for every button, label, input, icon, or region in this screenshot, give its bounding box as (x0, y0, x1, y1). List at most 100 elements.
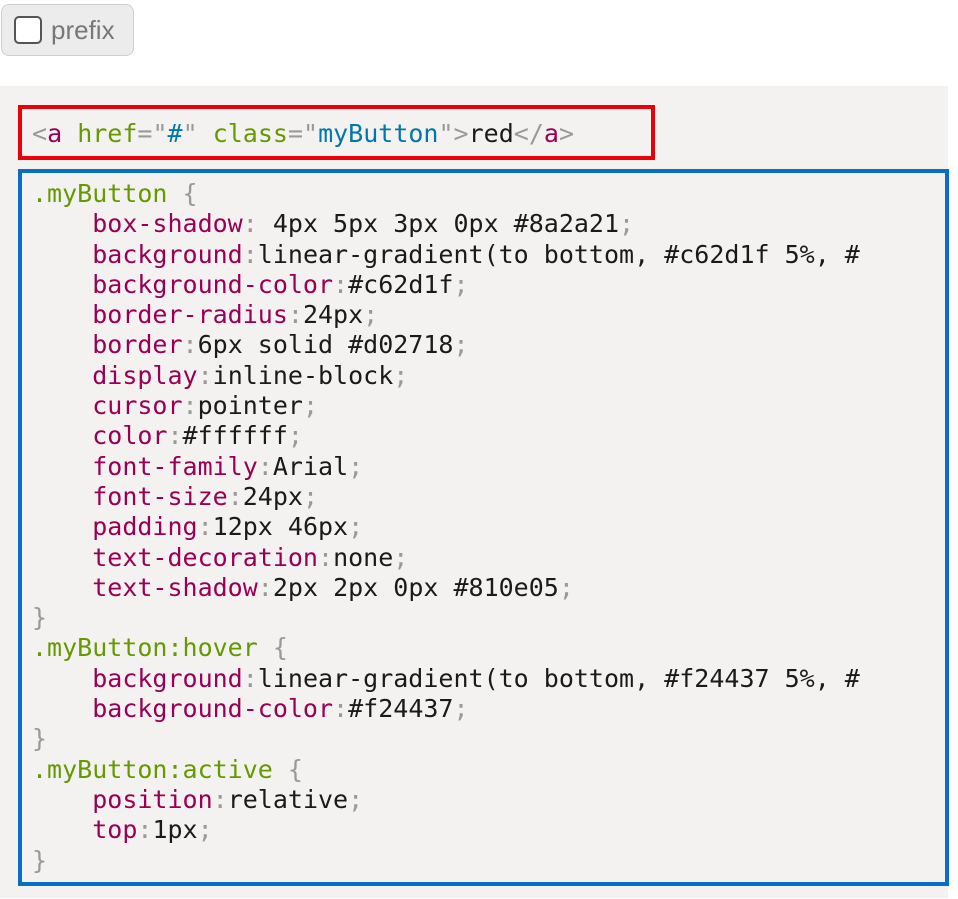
css-declaration: font-size:24px; (32, 482, 860, 512)
css-property: background-color (92, 694, 334, 724)
html-attr-class-value: myButton (318, 119, 439, 148)
css-semicolon: ; (363, 300, 379, 330)
css-property: cursor (92, 391, 183, 421)
css-colon: : (182, 391, 198, 421)
css-declaration: top:1px; (32, 815, 860, 845)
css-code: .myButton { box-shadow: 4px 5px 3px 0px … (32, 179, 860, 876)
css-semicolon: ; (348, 451, 364, 481)
css-semicolon: ; (453, 330, 469, 360)
css-property: padding (92, 512, 198, 542)
css-value: linear-gradient(to bottom, #f24437 5%, # (257, 663, 860, 693)
html-attr-class: class (212, 119, 288, 148)
css-close-line: } (32, 724, 860, 754)
css-property: top (92, 815, 138, 845)
css-colon: : (242, 663, 258, 693)
css-semicolon: ; (453, 694, 469, 724)
html-attr-eq-2: =" (287, 119, 319, 148)
css-semicolon: ; (302, 481, 319, 511)
css-property: background (92, 663, 243, 693)
html-attr-href-value: # (167, 119, 183, 148)
css-property: color (92, 421, 168, 451)
css-value: 2px 2px 0px #810e05 (272, 572, 559, 602)
css-property: background (92, 239, 243, 269)
css-semicolon: ; (348, 784, 364, 814)
css-property: box-shadow (92, 209, 243, 239)
css-colon: : (227, 481, 243, 511)
css-value: 24px (242, 481, 303, 511)
css-declaration: background-color:#c62d1f; (32, 270, 860, 300)
html-code: <a href="#" class="myButton">red</a> (32, 117, 574, 151)
css-open-brace: { (167, 179, 198, 208)
css-value: 6px solid #d02718 (197, 330, 454, 360)
css-close-line: } (32, 846, 860, 876)
css-value: inline-block (212, 360, 394, 390)
css-colon: : (167, 421, 183, 451)
css-semicolon: ; (302, 391, 319, 421)
css-declaration: box-shadow: 4px 5px 3px 0px #8a2a21; (32, 209, 860, 239)
css-semicolon: ; (393, 360, 409, 390)
css-value: 12px 46px (212, 512, 349, 542)
css-colon: : (333, 269, 349, 299)
css-selector: .myButton (32, 179, 168, 208)
css-declaration: font-family:Arial; (32, 452, 860, 482)
html-tag-name: a (47, 119, 63, 148)
html-attr-close: "> (438, 119, 469, 148)
css-close-brace: } (32, 724, 48, 754)
css-property: background-color (92, 269, 334, 299)
css-declaration: border-radius:24px; (32, 300, 860, 330)
css-declaration: background-color:#f24437; (32, 694, 860, 724)
css-semicolon: ; (348, 512, 364, 542)
css-declaration: background:linear-gradient(to bottom, #f… (32, 664, 860, 694)
css-semicolon: ; (453, 269, 469, 299)
css-property: text-shadow (92, 572, 258, 602)
css-semicolon: ; (393, 542, 409, 572)
css-semicolon: ; (619, 209, 635, 239)
css-value: #c62d1f (348, 269, 454, 299)
css-value: #f24437 (348, 694, 454, 724)
css-value: #ffffff (182, 421, 288, 451)
html-attr-eq: =" (137, 119, 168, 148)
css-close-brace: } (32, 603, 48, 633)
css-code-box: .myButton { box-shadow: 4px 5px 3px 0px … (18, 169, 949, 886)
css-selector: .myButton:active (32, 754, 273, 784)
css-declaration: position:relative; (32, 785, 860, 815)
css-semicolon: ; (197, 815, 213, 845)
css-semicolon: ; (558, 572, 574, 602)
html-close-tag-end: > (558, 119, 574, 148)
css-declaration: text-decoration:none; (32, 543, 860, 573)
html-close-tag-name: a (543, 119, 559, 148)
css-selector-line: .myButton:active { (32, 755, 860, 785)
css-value: 4px 5px 3px 0px #8a2a21 (257, 209, 620, 239)
css-colon: : (287, 300, 303, 330)
css-close-brace: } (32, 845, 48, 875)
prefix-toggle-button[interactable]: prefix (1, 4, 134, 56)
css-property: border-radius (92, 300, 288, 330)
css-value: linear-gradient(to bottom, #c62d1f 5%, # (257, 239, 860, 269)
css-colon: : (257, 451, 273, 481)
html-close-tag-open: </ (513, 119, 544, 148)
css-value: 24px (302, 300, 364, 330)
css-colon: : (242, 209, 258, 239)
css-semicolon: ; (287, 421, 303, 451)
css-close-line: } (32, 603, 860, 633)
css-selector-line: .myButton { (32, 179, 860, 209)
css-value: none (333, 542, 394, 572)
css-value: relative (227, 784, 349, 814)
css-selector-line: .myButton:hover { (32, 633, 860, 663)
css-property: display (92, 360, 198, 390)
css-declaration: background:linear-gradient(to bottom, #c… (32, 240, 860, 270)
html-tag-open: < (32, 119, 48, 148)
html-attr-quote: " (182, 119, 198, 148)
css-value: Arial (272, 451, 349, 481)
css-colon: : (318, 542, 334, 572)
css-colon: : (182, 330, 198, 360)
css-colon: : (333, 694, 349, 724)
css-value: pointer (197, 391, 303, 421)
css-property: border (92, 330, 183, 360)
css-property: font-size (92, 481, 228, 511)
css-open-brace: { (272, 754, 303, 784)
css-colon: : (257, 572, 273, 602)
css-value: 1px (152, 815, 198, 845)
html-text: red (468, 119, 514, 148)
checkbox-icon[interactable] (14, 16, 42, 44)
